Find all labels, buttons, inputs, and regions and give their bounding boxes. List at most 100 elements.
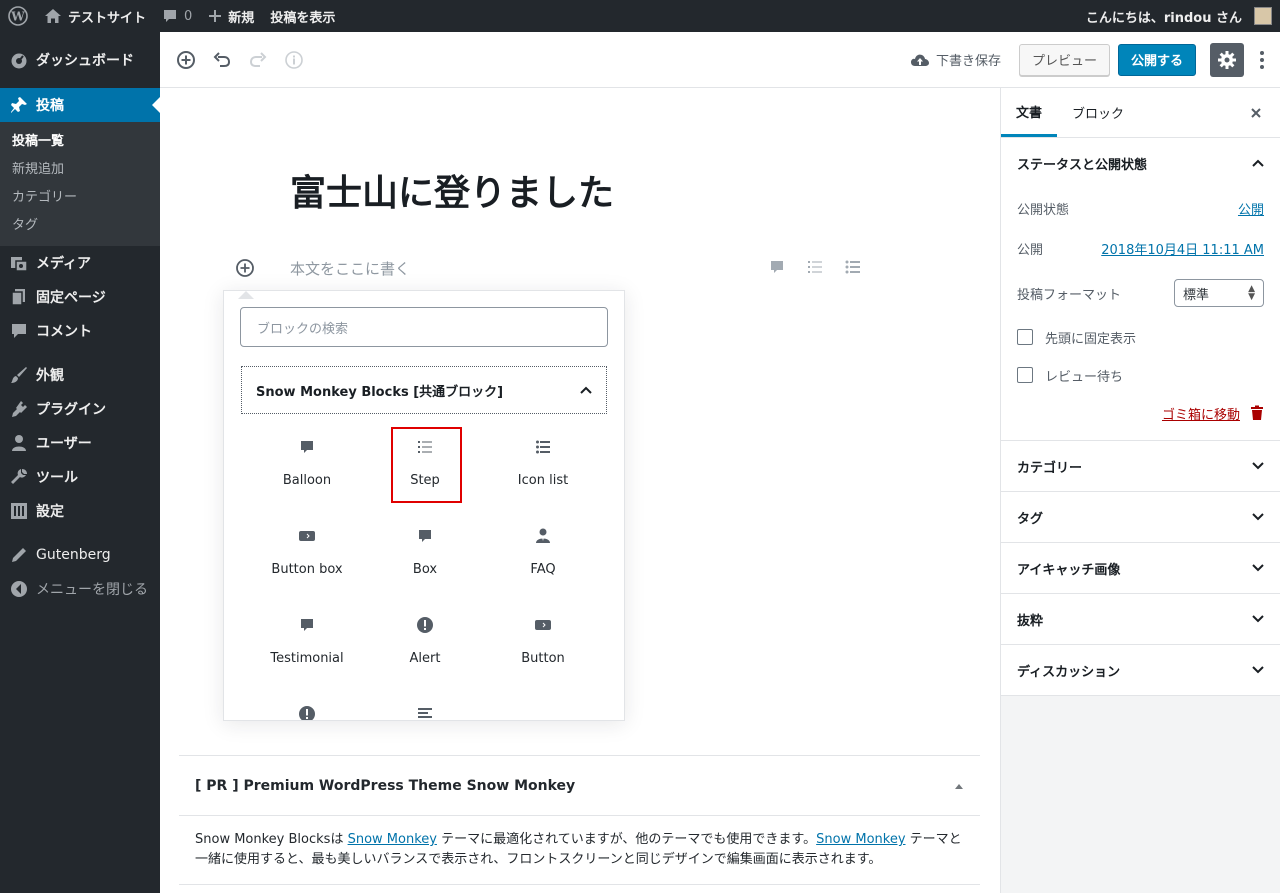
new-content-link[interactable]: 新規 <box>200 0 262 32</box>
site-name-link[interactable]: テストサイト <box>36 0 154 32</box>
post-format-select[interactable]: 標準 ▲ ▼ <box>1174 279 1264 307</box>
tab-block[interactable]: ブロック <box>1057 88 1139 137</box>
post-title[interactable]: 富士山に登りました <box>290 164 614 216</box>
block-item-10[interactable] <box>248 694 366 720</box>
block-step[interactable]: Step <box>366 427 484 516</box>
sidebar-tabs: 文書 ブロック <box>1001 88 1280 138</box>
panel-title: Snow Monkey Blocks [共通ブロック] <box>256 384 504 400</box>
redo-button[interactable] <box>240 42 276 78</box>
submenu-item-all-posts[interactable]: 投稿一覧 <box>0 128 160 156</box>
block-item-11[interactable] <box>366 694 484 720</box>
editor-header: 下書き保存 プレビュー 公開する <box>160 32 1280 88</box>
pr-metabox: [ PR ] Premium WordPress Theme Snow Monk… <box>179 755 980 885</box>
ordered-list-icon <box>418 441 432 453</box>
block-alert[interactable]: Alert <box>366 605 484 694</box>
close-sidebar-button[interactable] <box>1250 88 1280 137</box>
sidebar-item-appearance[interactable]: 外観 <box>0 358 160 392</box>
account-menu[interactable]: こんにちは、rindou さん <box>1078 0 1280 32</box>
posts-submenu: 投稿一覧 新規追加 カテゴリー タグ <box>0 122 160 246</box>
block-balloon[interactable]: Balloon <box>248 427 366 516</box>
block-search-input[interactable]: ブロックの検索 <box>240 307 608 347</box>
comment-icon <box>164 10 177 22</box>
sidebar-item-posts[interactable]: 投稿 <box>0 88 160 122</box>
view-post-link[interactable]: 投稿を表示 <box>262 0 343 32</box>
move-to-trash-link[interactable]: ゴミ箱に移動 <box>1162 404 1240 423</box>
svg-text:W: W <box>10 10 25 24</box>
publish-date-link[interactable]: 2018年10月4日 11:11 AM <box>1101 239 1264 258</box>
greeting: こんにちは、rindou さん <box>1085 10 1242 26</box>
sidebar-item-settings[interactable]: 設定 <box>0 494 160 528</box>
plus-circle-icon <box>177 50 195 69</box>
snow-monkey-link-2[interactable]: Snow Monkey <box>816 832 905 847</box>
visibility-label: 公開状態 <box>1017 202 1070 218</box>
chevron-down-icon <box>1252 666 1264 674</box>
submenu-item-categories[interactable]: カテゴリー <box>0 184 160 212</box>
block-icon-list[interactable]: Icon list <box>484 427 602 516</box>
info-button[interactable] <box>276 42 312 78</box>
comments-link[interactable]: 0 <box>154 0 200 32</box>
block-testimonial[interactable]: Testimonial <box>248 605 366 694</box>
block-label: Button <box>521 651 565 666</box>
media-icon <box>11 257 28 272</box>
chevron-down-icon <box>1252 564 1264 572</box>
sidebar-item-media[interactable]: メディア <box>0 246 160 280</box>
discussion-panel[interactable]: ディスカッション <box>1001 645 1280 696</box>
save-draft-button[interactable]: 下書き保存 <box>910 50 1001 69</box>
snow-monkey-link-1[interactable]: Snow Monkey <box>348 832 437 847</box>
inline-inserter-button[interactable] <box>233 256 257 280</box>
sidebar-item-comments[interactable]: コメント <box>0 314 160 348</box>
submenu-item-add-new[interactable]: 新規追加 <box>0 156 160 184</box>
sidebar-item-pages[interactable]: 固定ページ <box>0 280 160 314</box>
bulleted-list-icon[interactable] <box>844 258 862 276</box>
sidebar-item-users[interactable]: ユーザー <box>0 426 160 460</box>
redo-icon <box>249 51 267 67</box>
publish-button[interactable]: 公開する <box>1117 43 1196 76</box>
pending-checkbox[interactable] <box>1017 367 1033 383</box>
speech-bubble-icon <box>301 619 313 631</box>
block-button[interactable]: Button <box>484 605 602 694</box>
sidebar-item-gutenberg[interactable]: Gutenberg <box>0 538 160 572</box>
body-placeholder[interactable]: 本文をここに書く <box>290 258 410 279</box>
block-label: Step <box>410 473 440 488</box>
more-options-button[interactable] <box>1252 42 1272 78</box>
visibility-link[interactable]: 公開 <box>1238 199 1264 218</box>
alert-icon <box>417 617 433 633</box>
preview-button[interactable]: プレビュー <box>1018 43 1110 76</box>
plus-icon <box>209 10 222 22</box>
trash-icon[interactable] <box>1250 405 1264 421</box>
snow-monkey-panel-toggle[interactable]: Snow Monkey Blocks [共通ブロック] <box>241 366 607 414</box>
post-format-row: 投稿フォーマット 標準 ▲ ▼ <box>1001 268 1280 318</box>
block-label: Button box <box>271 562 343 577</box>
block-box[interactable]: Box <box>366 516 484 605</box>
bulleted-list-icon <box>536 440 550 454</box>
sidebar-label-users: ユーザー <box>36 436 92 452</box>
metabox-header[interactable]: [ PR ] Premium WordPress Theme Snow Monk… <box>179 756 980 816</box>
block-button-box[interactable]: Button box <box>248 516 366 605</box>
block-label: Testimonial <box>270 651 344 666</box>
tab-document[interactable]: 文書 <box>1001 88 1058 137</box>
sticky-checkbox[interactable] <box>1017 329 1033 345</box>
collapse-menu-button[interactable]: メニューを閉じる <box>0 572 160 606</box>
settings-toggle-button[interactable] <box>1210 42 1244 77</box>
ordered-list-icon[interactable] <box>806 258 824 276</box>
categories-panel[interactable]: カテゴリー <box>1001 441 1280 492</box>
sidebar-item-dashboard[interactable]: ダッシュボード <box>0 43 160 77</box>
categories-panel-title: カテゴリー <box>1017 460 1083 476</box>
sidebar-item-plugins[interactable]: プラグイン <box>0 392 160 426</box>
tags-panel[interactable]: タグ <box>1001 492 1280 543</box>
speech-bubble-icon[interactable] <box>768 258 786 276</box>
sidebar-label-pages: 固定ページ <box>36 290 106 306</box>
wordpress-logo-button[interactable]: W <box>0 0 36 32</box>
sticky-label: 先頭に固定表示 <box>1045 331 1137 347</box>
block-faq[interactable]: FAQ <box>484 516 602 605</box>
paintbrush-icon <box>11 367 27 383</box>
sidebar-item-tools[interactable]: ツール <box>0 460 160 494</box>
excerpt-panel[interactable]: 抜粋 <box>1001 594 1280 645</box>
status-panel-toggle[interactable]: ステータスと公開状態 <box>1001 138 1280 188</box>
featured-image-panel[interactable]: アイキャッチ画像 <box>1001 543 1280 594</box>
alert-icon <box>299 706 315 720</box>
submenu-item-tags[interactable]: タグ <box>0 212 160 240</box>
block-list: Balloon Step Icon list Button box Box FA… <box>248 427 602 720</box>
undo-button[interactable] <box>204 42 240 78</box>
add-block-button[interactable] <box>168 42 204 78</box>
